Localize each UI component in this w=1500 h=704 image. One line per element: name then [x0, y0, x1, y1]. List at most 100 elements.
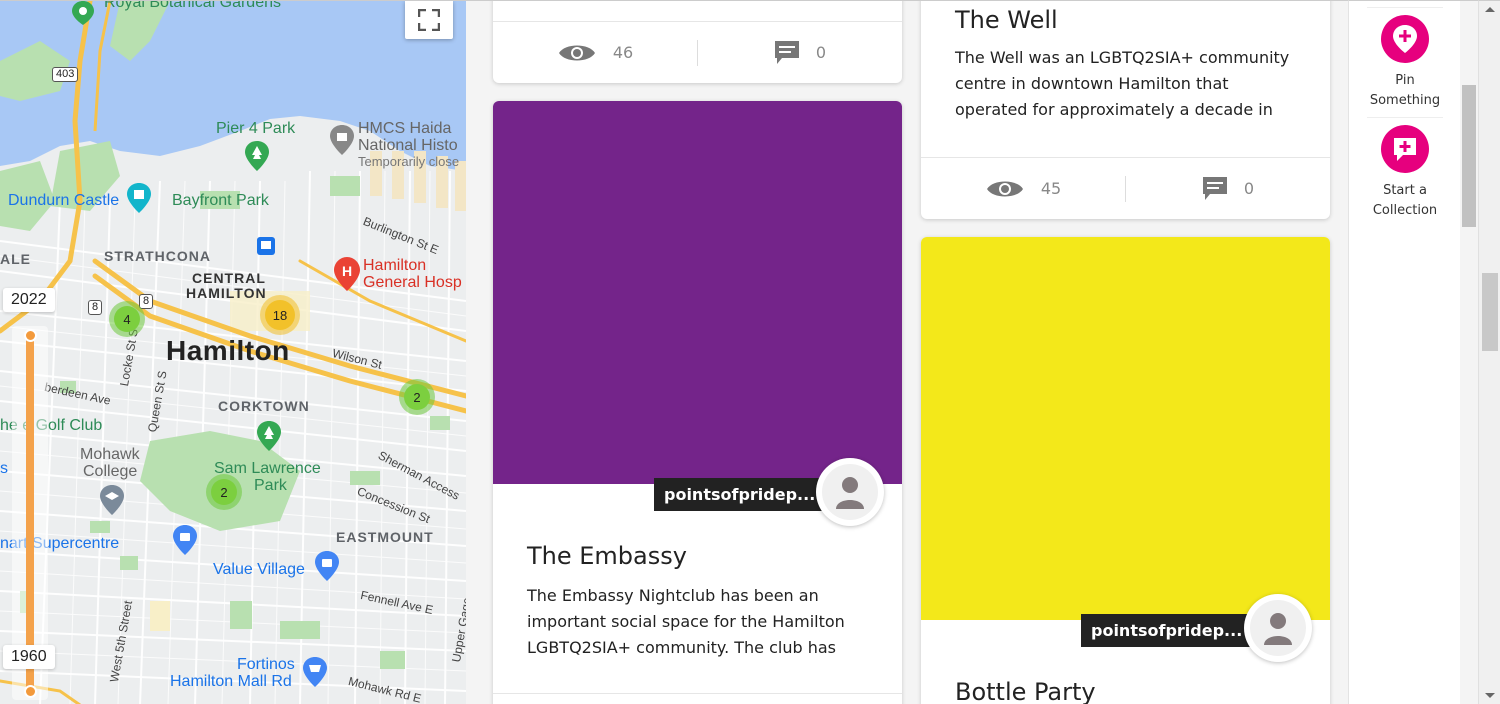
window-scrollbar-thumb[interactable] [1482, 273, 1498, 351]
author-avatar[interactable] [816, 458, 884, 526]
pin-something-button[interactable]: Pin Something [1349, 15, 1461, 111]
rail-divider [1367, 117, 1443, 118]
comment-icon [1202, 176, 1227, 200]
map-panel[interactable]: 403 8 8 Royal Botanical Gardens Pier 4 P… [0, 0, 466, 704]
comment-count[interactable]: 0 [698, 40, 902, 66]
panel-scrollbar-thumb[interactable] [1462, 85, 1476, 227]
card-description-line: important social space for the Hamilton [527, 612, 845, 631]
timeline-year-top: 2022 [3, 288, 55, 312]
park-pin-icon[interactable] [72, 1, 94, 25]
author-avatar[interactable] [1244, 594, 1312, 662]
map-fullscreen-button[interactable] [405, 1, 453, 39]
pin-something-label: Pin Something [1370, 71, 1440, 111]
card-divider [493, 693, 902, 694]
window-scrollbar[interactable] [1478, 0, 1500, 704]
pin-something-label-line2: Something [1369, 93, 1441, 108]
start-collection-button[interactable]: Start a Collection [1349, 125, 1461, 221]
map-label-royal-botanical: Royal Botanical Gardens [104, 0, 281, 11]
story-card-bottle-party[interactable]: pointsofpridep... Bottle Party [921, 237, 1330, 704]
map-label-hmcs-2: National Histo [358, 137, 458, 154]
hospital-pin-icon[interactable]: H [334, 257, 360, 291]
svg-text:H: H [342, 263, 352, 279]
scroll-up-arrow-icon[interactable] [1485, 7, 1495, 12]
collection-plus-icon [1394, 138, 1416, 161]
map-cluster-count: 4 [114, 306, 140, 332]
transit-icon[interactable] [257, 237, 275, 255]
start-collection-label-line1: Start a [1383, 183, 1427, 198]
collection-add-icon-wrap [1381, 125, 1429, 173]
card-description-line: LGBTQ2SIA+ community. The club has [527, 638, 837, 657]
map-cluster[interactable]: 2 [399, 379, 435, 415]
map-label-fortinos-1: Fortinos [237, 656, 295, 673]
museum-pin-icon[interactable] [330, 125, 354, 155]
map-cluster[interactable]: 2 [206, 474, 242, 510]
map-label-dundurn: Dundurn Castle [8, 192, 120, 209]
map-label-hospital-1: Hamilton [363, 257, 427, 274]
story-card-the-well[interactable]: The Well The Well was an LGBTQ2SIA+ comm… [921, 1, 1330, 219]
eye-icon [558, 45, 595, 60]
card-stats: 45 0 [921, 157, 1330, 219]
map-cluster-count: 2 [404, 384, 430, 410]
timeline-handle-bottom[interactable] [24, 685, 37, 698]
card-title[interactable]: The Well [955, 6, 1058, 34]
start-collection-label: Start a Collection [1373, 181, 1437, 221]
map-label-strathcona: STRATHCONA [104, 248, 211, 264]
user-avatar-icon [836, 477, 864, 509]
action-rail: Pin Something Start a Collection [1348, 0, 1460, 704]
card-description-line: The Well was an LGBTQ2SIA+ community [955, 48, 1290, 67]
map-label-central-2: HAMILTON [186, 285, 267, 301]
map-pin-plus-icon [1393, 25, 1417, 53]
start-collection-label-line2: Collection [1372, 203, 1438, 218]
grocery-pin-icon[interactable] [303, 657, 327, 687]
highway-403-shield: 403 [52, 67, 79, 82]
map-label-mohawk-1: Mohawk [80, 446, 140, 463]
map-label-ale: ALE [0, 251, 31, 267]
map-label-s-edge: s [0, 460, 8, 477]
story-card-the-embassy[interactable]: pointsofpridep... The Embassy The Embass… [493, 101, 902, 704]
scroll-down-arrow-icon[interactable] [1485, 693, 1495, 698]
highway-8-shield-east: 8 [139, 294, 154, 309]
shopping-pin-icon-supercentre[interactable] [173, 525, 197, 555]
map-cluster[interactable]: 18 [260, 295, 300, 335]
panel-scrollbar[interactable] [1460, 0, 1478, 704]
map-label-central-1: CENTRAL [192, 270, 266, 286]
card-image[interactable] [921, 237, 1330, 620]
timeline-handle-top[interactable] [24, 329, 37, 342]
author-tag[interactable]: pointsofpridep... [1081, 614, 1253, 647]
view-count: 46 [493, 41, 697, 65]
map-cluster-count: 2 [211, 479, 237, 505]
college-pin-icon[interactable] [100, 485, 124, 515]
castle-pin-icon[interactable] [127, 183, 151, 213]
map-label-eastmount: EASTMOUNT [336, 529, 434, 545]
view-count-value: 45 [1040, 179, 1062, 198]
map-label-bayfront: Bayfront Park [172, 192, 269, 209]
story-card[interactable]: 46 0 [493, 1, 902, 83]
view-count: 45 [921, 177, 1125, 201]
timeline-track[interactable] [26, 331, 34, 693]
sam-lawrence-pin-icon[interactable] [257, 421, 281, 451]
pier4-park-pin-icon[interactable] [245, 141, 269, 171]
map-cluster[interactable]: 4 [109, 301, 145, 337]
card-description-line: The Embassy Nightclub has been an [527, 586, 819, 605]
map-cluster-count: 18 [265, 300, 295, 330]
fullscreen-icon [418, 9, 440, 31]
timeline-year-bottom: 1960 [3, 645, 55, 669]
pin-add-icon-wrap [1381, 15, 1429, 63]
map-label-corktown: CORKTOWN [218, 398, 310, 414]
map-label-hamilton: Hamilton [166, 335, 290, 366]
author-tag[interactable]: pointsofpridep... [654, 478, 826, 511]
map-label-hmcs-1: HMCS Haida [358, 120, 452, 137]
card-image[interactable] [493, 101, 902, 484]
map-label-hospital-2: General Hosp [363, 274, 462, 291]
card-title[interactable]: The Embassy [527, 542, 687, 570]
card-title[interactable]: Bottle Party [955, 678, 1096, 704]
story-feed[interactable]: 46 0 The Well The Well was an LGBTQ2SIA+… [466, 0, 1348, 704]
comment-count-value: 0 [1243, 179, 1255, 198]
shopping-pin-icon-value-village[interactable] [315, 551, 339, 581]
map-label-fortinos-2: Hamilton Mall Rd [170, 673, 292, 690]
comment-count[interactable]: 0 [1126, 176, 1330, 202]
highway-8-shield-west: 8 [88, 300, 103, 315]
map-label-hmcs-3: Temporarily close [358, 154, 460, 169]
pin-something-label-line1: Pin [1395, 73, 1415, 88]
view-count-value: 46 [612, 43, 634, 62]
